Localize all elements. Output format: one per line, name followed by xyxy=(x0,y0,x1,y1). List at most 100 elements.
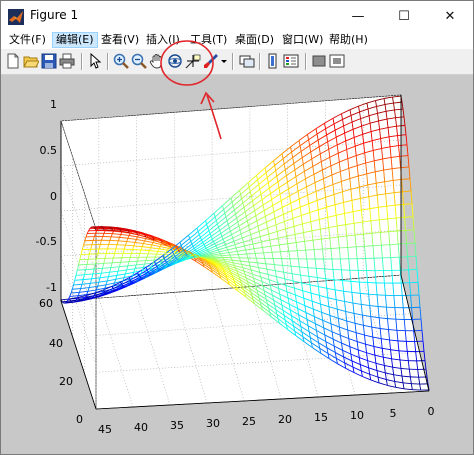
mesh-line xyxy=(422,341,425,352)
mesh-line xyxy=(425,369,428,378)
mesh-line xyxy=(90,226,93,228)
mesh-line xyxy=(172,263,174,266)
mesh-line xyxy=(177,248,180,250)
mesh-line xyxy=(205,256,208,259)
mesh-line xyxy=(139,232,142,234)
mesh-line xyxy=(400,166,410,169)
mesh-line xyxy=(305,249,315,251)
mesh-line xyxy=(99,226,101,228)
mesh-line xyxy=(78,264,87,266)
x-tick-label: 20 xyxy=(278,413,292,426)
mesh-line xyxy=(297,249,306,252)
mesh-line xyxy=(86,263,96,265)
x-tick-label: 15 xyxy=(314,411,328,424)
mesh-line xyxy=(163,240,166,243)
mesh-line xyxy=(133,230,136,232)
mesh-line xyxy=(409,282,412,296)
mesh-line xyxy=(201,254,203,257)
mesh-line xyxy=(415,256,418,270)
mesh-line xyxy=(105,230,114,232)
mesh-line xyxy=(238,253,247,255)
mesh-line xyxy=(411,203,414,217)
mesh-line xyxy=(403,203,413,205)
mesh-line xyxy=(401,178,411,180)
mesh-line xyxy=(132,249,142,251)
mesh-line xyxy=(213,255,222,257)
mesh-line xyxy=(159,268,161,271)
mesh-line xyxy=(421,330,424,342)
mesh-line xyxy=(207,257,210,260)
figure-window: Figure 1 — ☐ ✕ 文件(F) 编辑(E) 查看(V) 插入(I) 工… xyxy=(0,0,474,455)
mesh-line xyxy=(73,301,75,303)
mesh-line xyxy=(206,257,209,259)
x-tick-label: 35 xyxy=(170,419,184,432)
mesh-line xyxy=(398,350,408,352)
mesh-line xyxy=(152,272,155,275)
y-tick-label: 20 xyxy=(59,375,73,388)
mesh-line xyxy=(402,190,412,193)
mesh-line xyxy=(116,289,119,291)
mesh-line xyxy=(189,255,192,257)
mesh-line xyxy=(125,286,127,288)
mesh-line xyxy=(85,268,95,271)
mesh-line xyxy=(128,260,138,263)
mesh-line xyxy=(184,258,186,261)
mesh-line xyxy=(105,292,108,295)
mesh-line xyxy=(81,300,84,302)
mesh-line xyxy=(103,262,113,264)
mesh-line xyxy=(381,244,390,246)
mesh-line xyxy=(314,248,323,251)
mesh-line xyxy=(402,191,405,205)
mesh-line xyxy=(418,294,421,308)
mesh-line xyxy=(114,289,116,292)
mesh-line xyxy=(288,250,298,252)
mesh-line xyxy=(107,226,110,228)
mesh-line xyxy=(229,254,239,256)
mesh-line xyxy=(316,267,325,270)
mesh-line xyxy=(263,251,273,254)
y-tick-label: 0 xyxy=(76,413,83,426)
x-tick-label: 0 xyxy=(428,405,435,418)
y-tick-label: 40 xyxy=(49,337,63,350)
mesh-line xyxy=(79,258,89,261)
mesh-line xyxy=(165,240,168,243)
mesh-line xyxy=(140,277,143,280)
mesh-line xyxy=(221,254,230,257)
mesh-line xyxy=(356,245,365,248)
mesh-line xyxy=(307,267,317,269)
mesh-line xyxy=(347,246,357,248)
mesh-line xyxy=(246,253,256,255)
x-tick-label: 10 xyxy=(350,409,364,422)
mesh-line xyxy=(368,293,378,296)
mesh-line xyxy=(170,244,173,247)
mesh-line xyxy=(162,268,165,270)
mesh-line xyxy=(406,242,416,244)
z-tick-label: 0 xyxy=(50,190,57,203)
mesh-line xyxy=(75,274,85,276)
mesh-line xyxy=(359,281,368,283)
mesh-line xyxy=(401,179,404,192)
mesh-line xyxy=(191,254,193,257)
mesh-line xyxy=(280,250,289,253)
mesh-line xyxy=(414,242,417,257)
mesh-line xyxy=(324,268,334,270)
mesh-line xyxy=(112,261,121,264)
mesh-line xyxy=(271,251,281,253)
mesh-line xyxy=(95,262,104,265)
mesh-line xyxy=(187,255,190,258)
y-tick-label: 60 xyxy=(39,297,53,310)
x-tick-label: 25 xyxy=(242,415,256,428)
mesh-line xyxy=(322,248,331,250)
mesh-line xyxy=(412,216,415,230)
mesh-line xyxy=(148,234,150,237)
mesh-line xyxy=(143,277,145,280)
mesh-line xyxy=(405,229,415,231)
mesh-line xyxy=(330,247,340,249)
red-circle-annotation xyxy=(160,40,214,86)
mesh-line xyxy=(410,295,413,308)
mesh-line xyxy=(183,259,185,261)
mesh-line xyxy=(106,228,115,230)
mesh-line xyxy=(203,257,205,259)
mesh-line xyxy=(417,282,420,295)
mesh-line xyxy=(423,351,426,361)
